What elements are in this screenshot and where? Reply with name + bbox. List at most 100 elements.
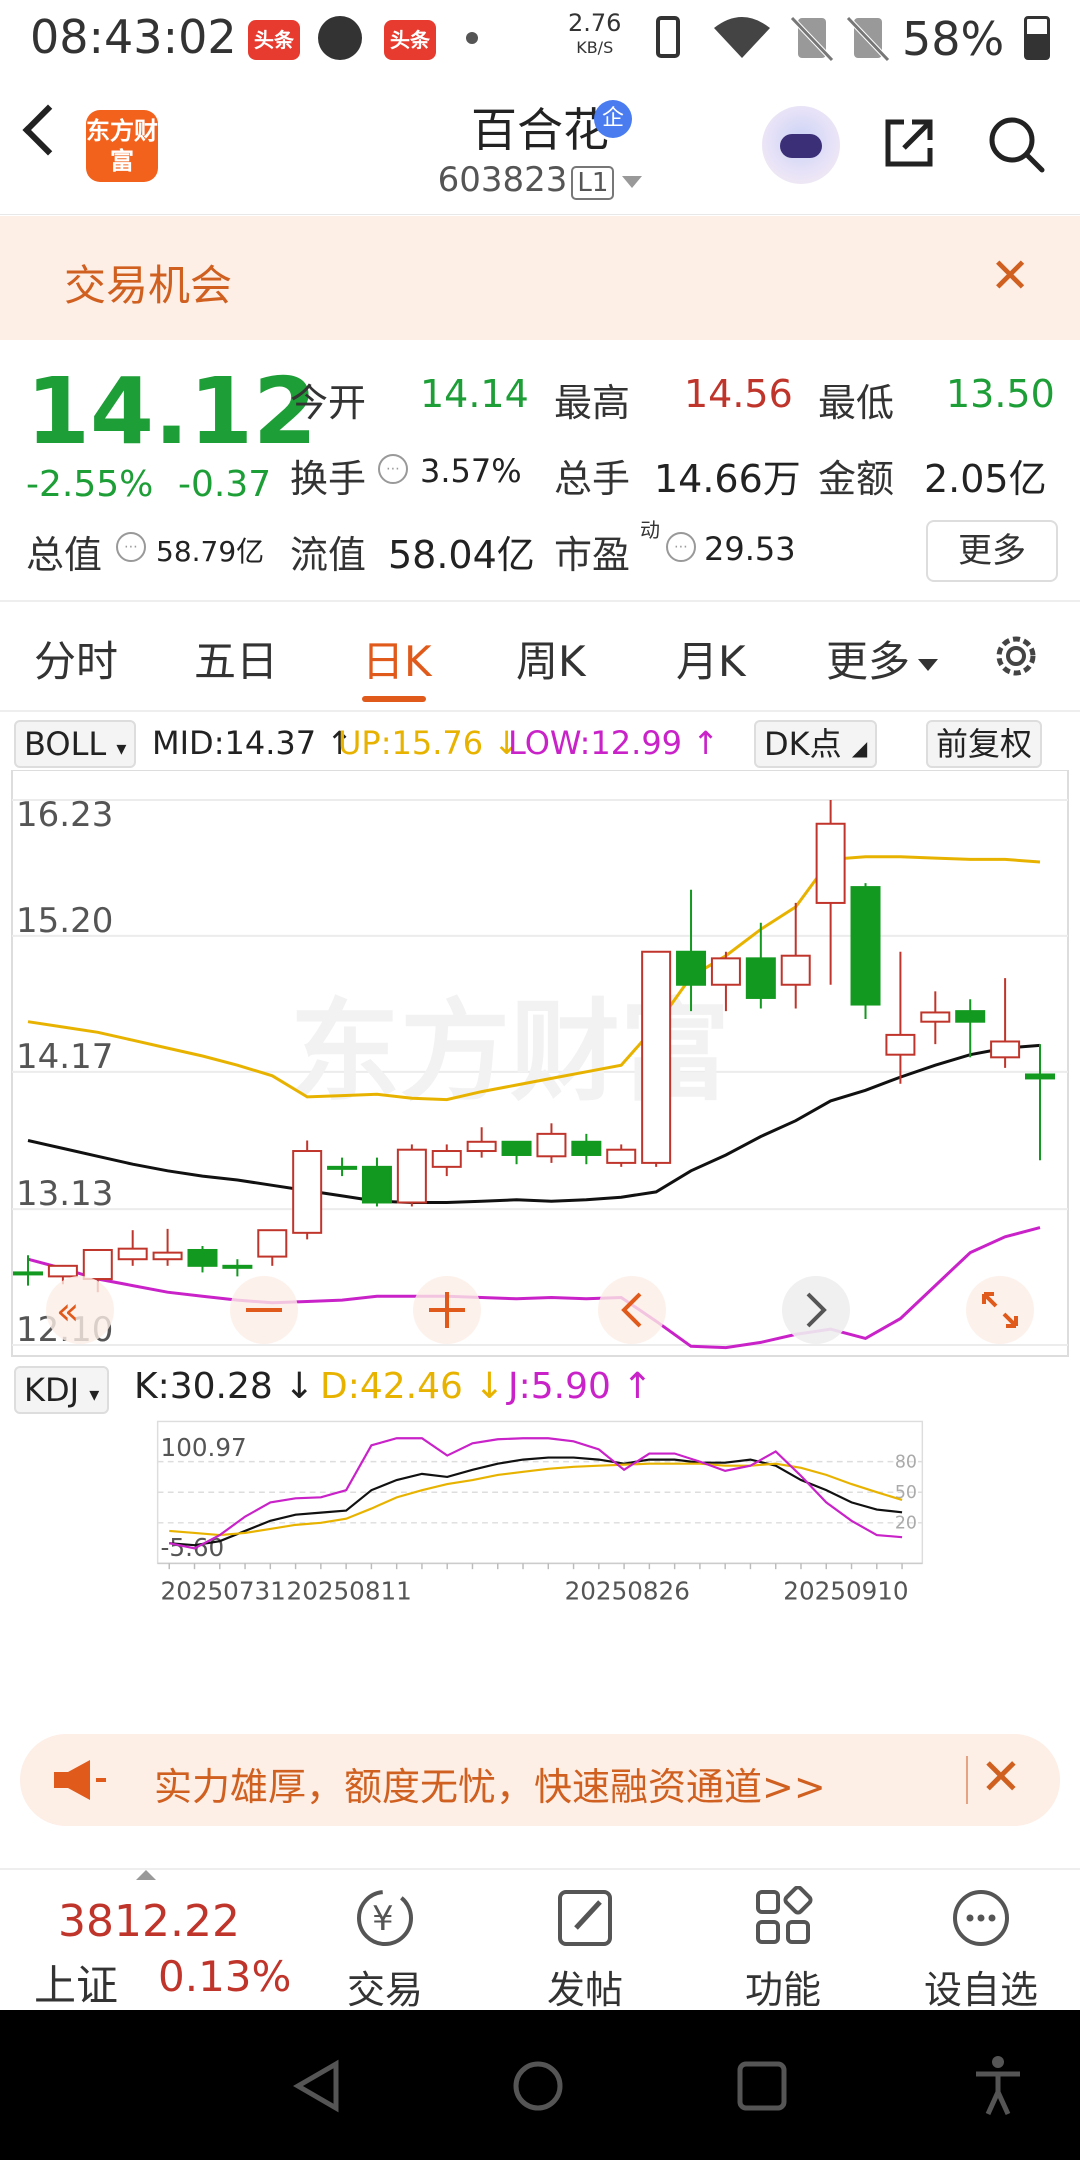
chevron-down-icon [622,175,643,188]
tab-more[interactable]: 更多 [826,628,939,689]
close-icon[interactable]: ✕ [990,252,1030,300]
amount-value: 2.05亿 [924,457,1047,501]
candle-body [710,957,741,986]
battery-percent: 58% [902,12,1005,66]
kdj-max-tick: 100.97 [161,1433,247,1462]
candle-body [431,1150,462,1168]
dk-label: DK点 [764,725,842,763]
zoom-in-button[interactable] [413,1276,481,1344]
accessibility-icon[interactable] [970,2054,1026,2118]
watchlist-label: 设自选 [923,1968,1038,2012]
candle-body [292,1150,323,1234]
nav-back-icon[interactable] [290,2058,346,2114]
vibrate-icon [656,16,680,58]
boll-low: LOW:12.99 ↑ [508,724,720,762]
candle-body [82,1248,113,1281]
nav-recents-icon[interactable] [734,2058,790,2114]
step-forward-button[interactable] [782,1276,850,1344]
share-icon[interactable] [882,116,936,170]
index-value: 3812.22 [58,1896,240,1947]
trade-button[interactable]: ¥ 交易 [310,1886,460,2014]
candle-body [501,1140,532,1156]
index-quote[interactable]: 3812.22 上证 0.13% [0,1870,291,2012]
net-speed-unit: KB/S [576,38,614,57]
candle-body [745,957,776,999]
market-cap-value: 58.79亿 [156,535,265,568]
dk-point-button[interactable]: DK点 ◢ [754,720,878,768]
x-axis-ticks: 20250731 20250811 20250826 20250910 [157,1562,923,1606]
kdj-right-tick: 80 [895,1452,917,1472]
info-icon[interactable]: ⋯ [378,454,408,484]
functions-label: 功能 [744,1968,821,2012]
close-icon[interactable]: ✕ [980,1748,1022,1806]
wifi-icon [714,17,770,58]
tab-five-day[interactable]: 五日 [194,628,278,689]
search-icon[interactable] [986,114,1046,174]
tab-intraday[interactable]: 分时 [34,628,118,689]
high-value: 14.56 [684,372,793,416]
candle-body [1025,1073,1055,1080]
financing-promo-banner[interactable]: 实力雄厚，额度无忧，快速融资通道>> ✕ [20,1734,1060,1826]
candle-body [920,1011,951,1023]
open-label: 今开 [290,381,367,425]
candle [396,1144,427,1207]
ai-assistant-icon[interactable] [762,106,840,184]
candle-body [257,1229,288,1258]
kdj-right-tick: 20 [895,1514,917,1534]
post-button[interactable]: 发帖 [510,1886,660,2014]
pe-dynamic-sup: 动 [640,518,660,542]
indicator-select-boll[interactable]: BOLL ▾ [14,720,137,768]
more-button[interactable]: 更多 [926,520,1058,582]
candle-body [361,1165,392,1204]
candle-body [780,954,811,986]
info-icon[interactable]: ⋯ [666,532,696,562]
trade-opportunity-banner[interactable]: 交易机会 ✕ [0,216,1080,340]
amount-label: 金额 [818,457,895,501]
active-tab-indicator [362,696,426,702]
kdj-k: K:30.28 ↓ [134,1366,315,1407]
net-speed-value: 2.76 [568,9,622,37]
tab-weekly-k[interactable]: 周K [516,628,586,689]
info-icon[interactable]: ⋯ [116,532,146,562]
candle-body [152,1251,183,1261]
candle-body [955,1010,986,1023]
nav-home-icon[interactable] [510,2058,566,2114]
divider [966,1756,968,1804]
tab-monthly-k[interactable]: 月K [676,628,746,689]
candle-body [222,1264,253,1269]
kdj-j: J:5.90 ↑ [508,1366,653,1407]
functions-button[interactable]: 功能 [708,1885,858,2014]
high-label: 最高 [554,381,631,425]
step-back-button[interactable] [598,1276,666,1344]
svg-text:¥: ¥ [372,1899,394,1939]
boll-label: BOLL [24,725,107,763]
candle-body [885,1033,916,1056]
chevron-up-icon [136,1870,156,1880]
adjust-button[interactable]: 前复权 [926,720,1043,768]
indicator-select-kdj[interactable]: KDJ ▾ [14,1366,110,1414]
pan-left-button[interactable]: « [46,1276,114,1344]
add-watchlist-button[interactable]: 设自选 [906,1886,1056,2014]
y-tick-label: 15.20 [16,901,113,941]
pe-label: 市盈 [554,533,631,577]
period-tabs: 分时 五日 日K 周K 月K 更多 [0,604,1080,708]
kdj-chart[interactable]: 805020 100.97-5.60 20250731 20250811 20250… [0,1420,1080,1630]
zoom-out-button[interactable] [230,1276,298,1344]
kdj-right-tick: 50 [895,1483,917,1503]
float-cap-label: 流值 [290,533,367,577]
current-price: 14.12 [26,358,318,465]
candle [292,1140,323,1240]
y-tick-label: 13.13 [16,1174,113,1214]
chevron-down-icon: ▾ [89,1382,100,1406]
gear-icon[interactable] [990,630,1042,682]
edit-icon [558,1890,612,1946]
kline-chart[interactable]: 东方财富 16.2315.2014.1713.1312.10 « [0,770,1080,1360]
no-sim-icon-2 [846,16,890,62]
post-label: 发帖 [546,1968,623,2012]
more-dots-icon [953,1890,1009,1946]
fullscreen-button[interactable] [966,1276,1034,1344]
candle-body [606,1148,637,1164]
tab-daily-k[interactable]: 日K [362,628,432,689]
trade-label: 交易 [346,1968,423,2012]
corner-arrow-icon: ◢ [851,736,868,760]
